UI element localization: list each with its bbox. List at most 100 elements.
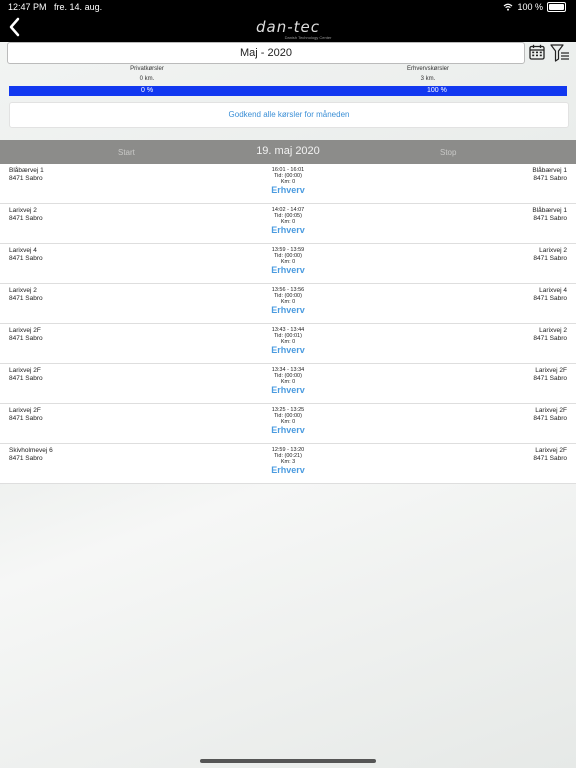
business-percent: 100 % [427,87,447,94]
trip-type[interactable]: Erhverv [188,186,388,195]
trip-list: Blåbærvej 1 8471 Sabro 16:01 - 16:01 Tid: (… [0,164,576,484]
trip-start-address: Skivholmevej 6 8471 Sabro [9,447,53,463]
trip-row[interactable]: Larixvej 4 8471 Sabro 13:59 - 13:59 Tid: (0… [0,244,576,284]
logo-text: dan-tec [256,18,320,36]
battery-icon [547,2,566,12]
trip-details: 16:01 - 16:01 Tid: (00:00) Km: 0 Erhverv [188,167,388,195]
trip-stop-address: Larixvej 4 8471 Sabro [533,287,567,303]
filter-icon[interactable] [550,44,570,62]
trip-details: 13:34 - 13:34 Tid: (00:00) Km: 0 Erhverv [188,367,388,395]
stop-city: 8471 Sabro [533,295,567,302]
stop-city: 8471 Sabro [533,375,567,382]
day-header: Start 19. maj 2020 Stop [0,140,576,164]
private-summary: Privatkørsler 0 km. [47,66,247,82]
start-city: 8471 Sabro [9,295,43,302]
trip-row[interactable]: Larixvej 2F 8471 Sabro 13:34 - 13:34 Tid: (… [0,364,576,404]
trip-row[interactable]: Larixvej 2 8471 Sabro 13:56 - 13:56 Tid: (0… [0,284,576,324]
calendar-icon[interactable] [529,44,545,60]
stop-city: 8471 Sabro [533,455,567,462]
start-street: Blåbærvej 1 [9,167,44,174]
start-street: Larixvej 4 [9,247,37,254]
trip-start-address: Larixvej 2F 8471 Sabro [9,407,43,423]
home-indicator [200,759,376,763]
business-label: Erhvervskørsler [406,66,449,72]
trip-details: 13:59 - 13:59 Tid: (00:00) Km: 0 Erhverv [188,247,388,275]
trip-stop-address: Larixvej 2 8471 Sabro [533,247,567,263]
trip-stop-address: Larixvej 2F 8471 Sabro [533,367,567,383]
stop-city: 8471 Sabro [533,415,567,422]
stop-street: Larixvej 2F [535,447,567,454]
status-time: 12:47 PM fre. 14. aug. [8,2,102,12]
private-percent: 0 % [141,87,154,94]
status-date: fre. 14. aug. [54,2,103,12]
trip-stop-address: Blåbærvej 1 8471 Sabro [532,167,567,183]
trip-type[interactable]: Erhverv [188,306,388,315]
stop-city: 8471 Sabro [533,255,567,262]
trip-row[interactable]: Blåbærvej 1 8471 Sabro 16:01 - 16:01 Tid: (… [0,164,576,204]
approve-all-button[interactable]: Godkend alle kørsler for måneden [9,102,569,128]
trip-type[interactable]: Erhverv [188,266,388,275]
wifi-icon [504,3,513,11]
start-city: 8471 Sabro [9,175,43,182]
day-date: 19. maj 2020 [256,145,320,157]
trip-details: 13:56 - 13:56 Tid: (00:00) Km: 0 Erhverv [188,287,388,315]
battery-percent: 100 % [517,2,543,12]
stop-street: Larixvej 2 [539,247,567,254]
trip-stop-address: Blåbærvej 1 8471 Sabro [532,207,567,223]
trip-row[interactable]: Larixvej 2F 8471 Sabro 13:25 - 13:25 Tid: (… [0,404,576,444]
distribution-bar: 0 % 100 % [9,86,567,96]
trip-start-address: Larixvej 2 8471 Sabro [9,207,43,223]
trip-details: 13:43 - 13:44 Tid: (00:01) Km: 0 Erhverv [188,327,388,355]
trip-type[interactable]: Erhverv [188,426,388,435]
trip-row[interactable]: Larixvej 2 8471 Sabro 14:02 - 14:07 Tid: (0… [0,204,576,244]
stop-column-label: Stop [440,148,457,157]
trip-row[interactable]: Skivholmevej 6 8471 Sabro 12:59 - 13:20 Tid… [0,444,576,484]
km-summary: Privatkørsler 0 km. Erhvervskørsler 3 km… [0,66,576,86]
stop-city: 8471 Sabro [533,215,567,222]
stop-street: Larixvej 2F [535,367,567,374]
trip-details: 12:59 - 13:20 Tid: (00:21) Km: 3 Erhverv [188,447,388,475]
start-street: Larixvej 2 [9,207,37,214]
trip-row[interactable]: Larixvej 2F 8471 Sabro 13:43 - 13:44 Tid: (… [0,324,576,364]
trip-details: 14:02 - 14:07 Tid: (00:05) Km: 0 Erhverv [188,207,388,235]
stop-city: 8471 Sabro [533,335,567,342]
trip-start-address: Blåbærvej 1 8471 Sabro [9,167,44,183]
stop-city: 8471 Sabro [533,175,567,182]
stop-street: Larixvej 4 [539,287,567,294]
start-city: 8471 Sabro [9,455,43,462]
private-km: 0 km. [139,76,155,82]
stop-street: Blåbærvej 1 [532,167,567,174]
start-city: 8471 Sabro [9,215,43,222]
logo-subtitle: Danish Technology Center [284,35,332,40]
trip-details: 13:25 - 13:25 Tid: (00:00) Km: 0 Erhverv [188,407,388,435]
status-indicators: 100 % [503,2,566,12]
trip-stop-address: Larixvej 2F 8471 Sabro [533,447,567,463]
business-km: 3 km. [420,76,436,82]
month-selector[interactable]: Maj - 2020 [7,42,525,64]
start-street: Larixvej 2F [9,407,41,414]
start-street: Larixvej 2F [9,367,41,374]
stop-street: Blåbærvej 1 [532,207,567,214]
trip-stop-address: Larixvej 2 8471 Sabro [533,327,567,343]
start-city: 8471 Sabro [9,335,43,342]
top-bar: 12:47 PM fre. 14. aug. 100 % dan-tec Dan… [0,0,576,42]
trip-start-address: Larixvej 4 8471 Sabro [9,247,43,263]
start-street: Larixvej 2F [9,327,41,334]
stop-street: Larixvej 2 [539,327,567,334]
private-label: Privatkørsler [130,66,164,72]
trip-start-address: Larixvej 2F 8471 Sabro [9,327,43,343]
status-clock: 12:47 PM [8,2,47,12]
business-summary: Erhvervskørsler 3 km. [328,66,528,82]
start-city: 8471 Sabro [9,255,43,262]
start-city: 8471 Sabro [9,375,43,382]
stop-street: Larixvej 2F [535,407,567,414]
trip-stop-address: Larixvej 2F 8471 Sabro [533,407,567,423]
start-street: Larixvej 2 [9,287,37,294]
start-street: Skivholmevej 6 [9,447,53,454]
trip-start-address: Larixvej 2F 8471 Sabro [9,367,43,383]
trip-type[interactable]: Erhverv [188,466,388,475]
trip-type[interactable]: Erhverv [188,386,388,395]
trip-type[interactable]: Erhverv [188,346,388,355]
start-city: 8471 Sabro [9,415,43,422]
trip-type[interactable]: Erhverv [188,226,388,235]
